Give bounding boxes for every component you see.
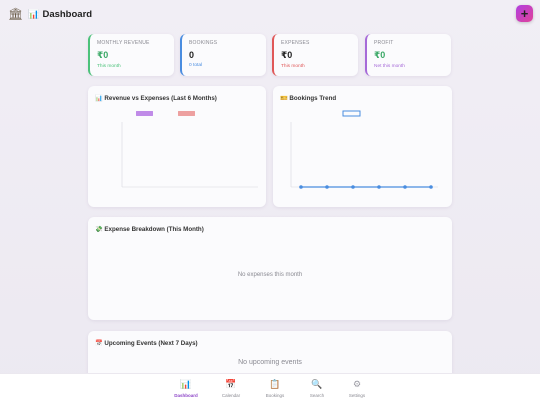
nav-label: Dashboard bbox=[174, 393, 198, 398]
revenue-expenses-chart bbox=[121, 111, 258, 188]
stat-sub: This month bbox=[97, 64, 121, 69]
expense-breakdown-card: 💸 Expense Breakdown (This Month) No expe… bbox=[88, 217, 452, 320]
section-title: 💸 Expense Breakdown (This Month) bbox=[95, 226, 204, 233]
section-title: 📅 Upcoming Events (Next 7 Days) bbox=[95, 340, 198, 347]
calendar-icon: 📅 bbox=[225, 379, 237, 389]
data-point bbox=[377, 185, 381, 189]
revenue-expenses-chart-card: 📊 Revenue vs Expenses (Last 6 Months) bbox=[88, 86, 266, 207]
chart-icon: 📊 bbox=[180, 379, 192, 389]
nav-bookings[interactable]: 📋 Bookings bbox=[255, 379, 295, 398]
stat-value: ₹0 bbox=[374, 50, 386, 60]
stat-value: ₹0 bbox=[281, 50, 293, 60]
stat-label: BOOKINGS bbox=[189, 40, 218, 46]
nav-dashboard[interactable]: 📊 Dashboard bbox=[166, 379, 206, 398]
add-button[interactable]: + bbox=[516, 5, 533, 22]
gear-icon: ⚙ bbox=[352, 379, 362, 389]
legend-swatch bbox=[178, 111, 195, 116]
stat-label: PROFIT bbox=[374, 40, 394, 46]
stat-sub: 0 total bbox=[189, 63, 203, 68]
page-title: Dashboard bbox=[42, 8, 93, 20]
stat-card-bookings: BOOKINGS 0 0 total bbox=[180, 34, 266, 76]
bookings-trend-chart bbox=[290, 110, 438, 189]
nav-label: Settings bbox=[348, 393, 366, 398]
stat-sub: This month bbox=[281, 64, 305, 69]
legend-swatch bbox=[136, 111, 153, 116]
data-point bbox=[429, 185, 433, 189]
legend-swatch bbox=[342, 110, 361, 117]
search-icon: 🔍 bbox=[311, 379, 323, 389]
stat-label: MONTHLY REVENUE bbox=[97, 40, 150, 46]
stat-card-profit: PROFIT ₹0 Net this month bbox=[365, 34, 451, 76]
nav-search[interactable]: 🔍 Search bbox=[297, 379, 337, 398]
clipboard-icon: 📋 bbox=[269, 379, 281, 389]
data-point bbox=[403, 185, 407, 189]
stat-sub: Net this month bbox=[374, 64, 405, 69]
stat-label: EXPENSES bbox=[281, 40, 310, 46]
top-bar: 🏛 📊 Dashboard bbox=[0, 0, 540, 28]
data-point bbox=[351, 185, 355, 189]
stat-card-monthly-revenue: MONTHLY REVENUE ₹0 This month bbox=[88, 34, 174, 76]
data-point bbox=[299, 185, 303, 189]
bar-chart-icon: 📊 bbox=[28, 8, 40, 19]
nav-settings[interactable]: ⚙ Settings bbox=[337, 379, 377, 398]
stat-value: ₹0 bbox=[97, 50, 109, 60]
nav-label: Calendar bbox=[221, 393, 241, 398]
data-point bbox=[325, 185, 329, 189]
nav-label: Bookings bbox=[265, 393, 285, 398]
nav-label: Search bbox=[309, 393, 325, 398]
bottom-nav: 📊 Dashboard 📅 Calendar 📋 Bookings 🔍 Sear… bbox=[0, 373, 540, 405]
empty-state: No expenses this month bbox=[237, 272, 303, 278]
empty-state: No upcoming events bbox=[238, 359, 302, 366]
stat-value: 0 bbox=[189, 50, 195, 60]
bank-icon: 🏛 bbox=[8, 7, 24, 21]
nav-calendar[interactable]: 📅 Calendar bbox=[211, 379, 251, 398]
stat-card-expenses: EXPENSES ₹0 This month bbox=[272, 34, 358, 76]
bookings-trend-chart-card: 🎫 Bookings Trend bbox=[273, 86, 452, 207]
